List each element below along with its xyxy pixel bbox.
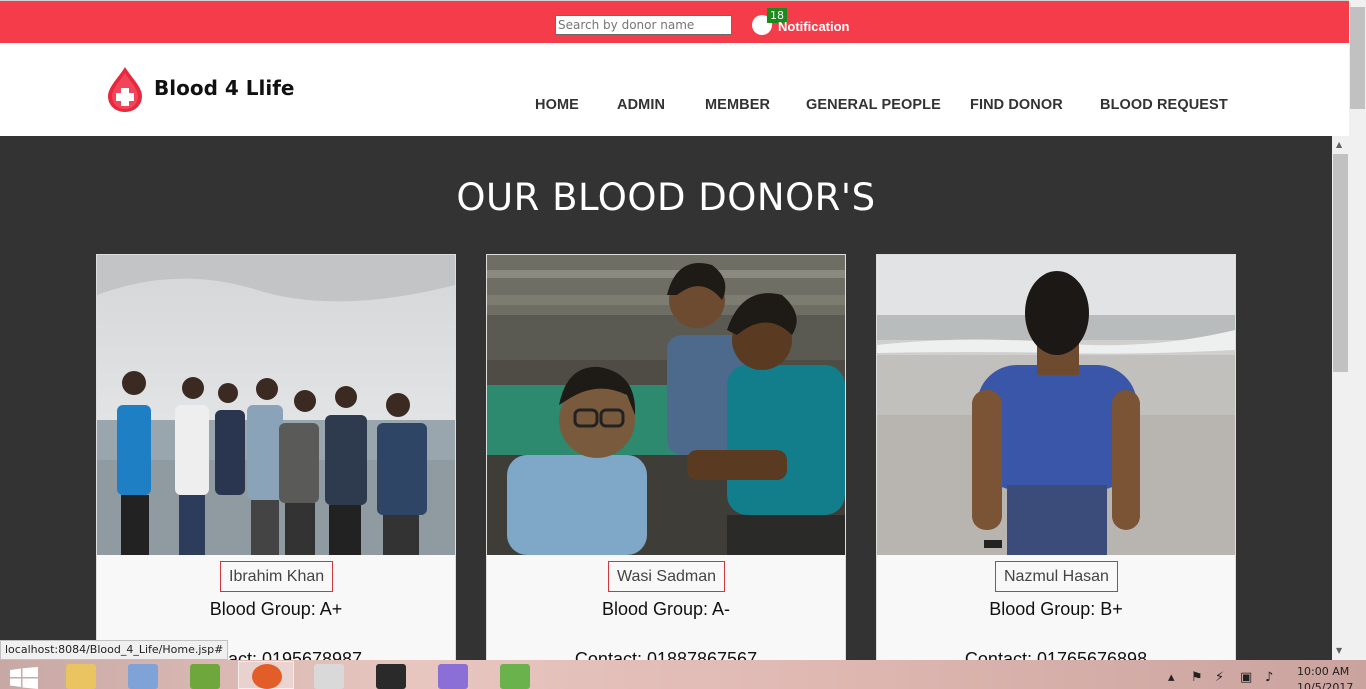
- network-icon[interactable]: ▣: [1240, 670, 1252, 685]
- nav-home[interactable]: HOME: [535, 97, 579, 113]
- nav-find-donor[interactable]: FIND DONOR: [970, 97, 1063, 113]
- scroll-up-arrow-icon[interactable]: ▲: [1336, 140, 1342, 149]
- donor-contact: Contact: 01765676898: [964, 649, 1148, 660]
- donor-card: Ibrahim Khan Blood Group: A+ Contact: 01…: [96, 254, 456, 660]
- flag-icon[interactable]: ⚑: [1191, 670, 1203, 685]
- page-scrollbar[interactable]: [1349, 0, 1366, 660]
- top-bar: 18 Notification: [0, 0, 1349, 43]
- donors-section: OUR BLOOD DONOR'S Ibrahim Khan Blood Gro…: [0, 136, 1332, 660]
- inner-scrollbar[interactable]: ▲ ▼: [1332, 136, 1349, 660]
- volume-icon[interactable]: ♪: [1265, 670, 1273, 685]
- donor-photo: [877, 255, 1235, 555]
- donor-photo: [487, 255, 845, 555]
- app-icon[interactable]: [438, 664, 468, 689]
- donor-name: Ibrahim Khan: [220, 561, 334, 592]
- taskbar-date[interactable]: 10/5/2017: [1297, 681, 1353, 689]
- app-icon[interactable]: [128, 664, 158, 689]
- power-icon[interactable]: ⚡: [1215, 670, 1224, 685]
- nav-general-people[interactable]: GENERAL PEOPLE: [806, 97, 941, 113]
- tray-arrow-icon[interactable]: ▴: [1168, 670, 1175, 685]
- donor-contact: Contact: 01887867567: [574, 649, 758, 660]
- app-icon[interactable]: [376, 664, 406, 689]
- taskbar-time[interactable]: 10:00 AM: [1297, 665, 1349, 678]
- scroll-down-arrow-icon[interactable]: ▼: [1336, 646, 1342, 655]
- donor-photo: [97, 255, 455, 555]
- firefox-icon[interactable]: [252, 664, 282, 689]
- donor-name: Nazmul Hasan: [995, 561, 1118, 592]
- donor-card: Wasi Sadman Blood Group: A- Contact: 018…: [486, 254, 846, 660]
- status-url-tooltip: localhost:8084/Blood_4_Life/Home.jsp#: [0, 640, 229, 660]
- nav-admin[interactable]: ADMIN: [617, 97, 665, 113]
- file-explorer-icon[interactable]: [66, 664, 96, 689]
- donor-blood-group: Blood Group: B+: [989, 599, 1123, 619]
- notification-link[interactable]: Notification: [778, 19, 850, 34]
- site-header: Blood 4 Llife HOME ADMIN MEMBER GENERAL …: [0, 43, 1349, 136]
- donor-blood-group: Blood Group: A-: [601, 599, 731, 619]
- app-icon[interactable]: [500, 664, 530, 689]
- donor-card: Nazmul Hasan Blood Group: B+ Contact: 01…: [876, 254, 1236, 660]
- app-icon[interactable]: [190, 664, 220, 689]
- search-input[interactable]: [555, 15, 732, 35]
- taskbar: [0, 660, 1366, 689]
- windows-start-icon[interactable]: [10, 667, 38, 689]
- nav-blood-request[interactable]: BLOOD REQUEST: [1100, 97, 1228, 113]
- droplet-plus-icon[interactable]: [105, 65, 145, 113]
- section-heading: OUR BLOOD DONOR'S: [456, 176, 876, 219]
- donor-blood-group: Blood Group: A+: [209, 599, 343, 619]
- app-icon[interactable]: [314, 664, 344, 689]
- page-scrollbar-thumb[interactable]: [1350, 7, 1365, 109]
- donor-name: Wasi Sadman: [608, 561, 725, 592]
- nav-member[interactable]: MEMBER: [705, 97, 770, 113]
- brand-name[interactable]: Blood 4 Llife: [154, 76, 294, 100]
- inner-scrollbar-thumb[interactable]: [1333, 154, 1348, 372]
